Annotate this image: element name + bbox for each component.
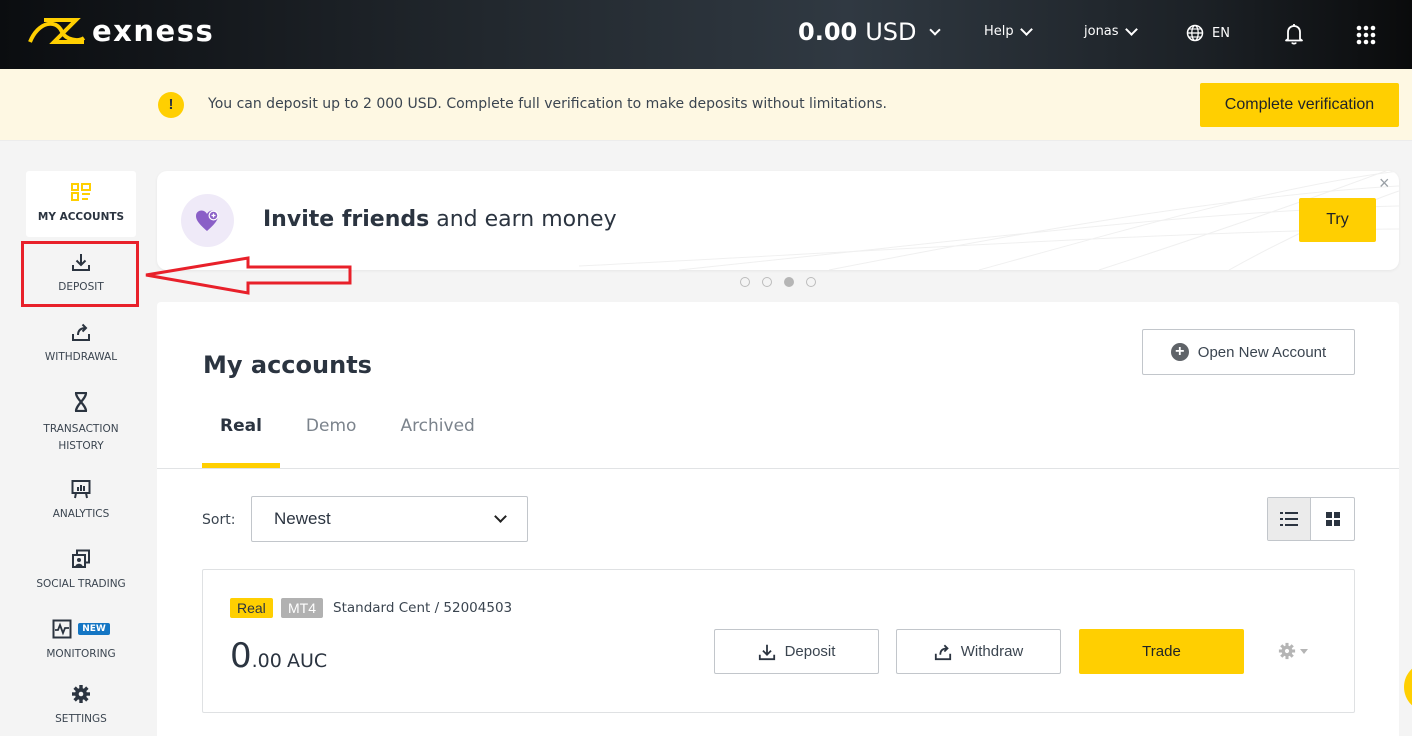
help-menu[interactable]: Help	[984, 23, 1033, 39]
chevron-down-icon	[494, 510, 507, 523]
withdraw-button[interactable]: Withdraw	[896, 629, 1061, 674]
try-button[interactable]: Try	[1299, 198, 1376, 242]
sidebar-item-label: MY ACCOUNTS	[37, 211, 125, 223]
withdrawal-icon	[70, 321, 92, 343]
deposit-icon	[758, 644, 775, 660]
sidebar-item-withdrawal[interactable]: WITHDRAWAL	[26, 321, 136, 363]
complete-verification-button[interactable]: Complete verification	[1200, 83, 1399, 127]
accounts-panel: My accounts + Open New Account Real Demo…	[157, 302, 1399, 736]
page-title: My accounts	[203, 351, 372, 379]
deposit-label: Deposit	[784, 643, 836, 660]
tab-real[interactable]: Real	[202, 416, 280, 468]
top-header: exness 0.00 USD Help jonas EN	[0, 0, 1412, 69]
logo[interactable]: exness	[26, 14, 214, 48]
sort-select[interactable]: Newest	[251, 496, 528, 542]
carousel-dot[interactable]	[806, 277, 816, 287]
sidebar-item-label: TRANSACTION HISTORY	[43, 423, 119, 452]
sidebar-item-my-accounts[interactable]: MY ACCOUNTS	[26, 171, 136, 237]
balance-currency: USD	[865, 18, 917, 46]
promo-title-bold: Invite friends	[263, 207, 430, 232]
gear-icon	[70, 683, 92, 705]
list-view-button[interactable]	[1268, 498, 1312, 540]
new-badge: NEW	[78, 623, 110, 635]
sidebar-item-label: SETTINGS	[55, 713, 107, 725]
analytics-icon	[70, 478, 92, 500]
warning-icon: !	[158, 92, 184, 118]
sidebar-item-label: SOCIAL TRADING	[36, 578, 126, 590]
help-label: Help	[984, 24, 1014, 39]
heart-plus-icon	[181, 194, 234, 247]
promo-title-rest: and earn money	[429, 207, 617, 232]
list-icon	[1280, 512, 1298, 526]
carousel-dot[interactable]	[740, 277, 750, 287]
decorative-lines	[579, 171, 1399, 270]
sort-value: Newest	[274, 509, 331, 528]
user-menu[interactable]: jonas	[1084, 23, 1138, 39]
sidebar-item-label: ANALYTICS	[52, 508, 110, 520]
sidebar-item-monitoring[interactable]: NEW MONITORING	[26, 618, 136, 660]
account-balance: 0.00 AUC	[230, 636, 327, 676]
open-new-account-button[interactable]: + Open New Account	[1142, 329, 1355, 375]
notifications-button[interactable]	[1284, 23, 1304, 45]
balance-decimal: .00	[251, 650, 282, 672]
account-type-tag: Real	[230, 598, 273, 618]
close-icon[interactable]: ×	[1379, 173, 1390, 194]
sidebar-item-transaction-history[interactable]: TRANSACTION HISTORY	[26, 391, 136, 455]
apps-button[interactable]	[1356, 25, 1376, 45]
platform-tag: MT4	[281, 598, 323, 618]
plus-circle-icon: +	[1170, 343, 1189, 361]
tab-archived[interactable]: Archived	[382, 416, 492, 468]
deposit-highlight-box	[21, 241, 139, 307]
chevron-down-icon	[928, 24, 941, 36]
accounts-icon	[70, 181, 92, 203]
sidebar-item-social-trading[interactable]: SOCIAL TRADING	[26, 548, 136, 590]
chevron-down-icon	[1124, 23, 1138, 36]
open-new-account-label: Open New Account	[1197, 343, 1327, 361]
hourglass-icon	[70, 391, 92, 413]
notice-text: You can deposit up to 2 000 USD. Complet…	[208, 96, 887, 112]
caret-down-icon	[1300, 648, 1308, 654]
social-trading-icon	[70, 548, 92, 570]
balance-integer: 0	[230, 636, 252, 676]
brand-name: exness	[92, 14, 215, 48]
chevron-down-icon	[1019, 23, 1033, 36]
user-label: jonas	[1084, 24, 1119, 39]
sidebar-item-label: WITHDRAWAL	[44, 351, 118, 363]
sidebar-item-settings[interactable]: SETTINGS	[26, 683, 136, 725]
withdraw-icon	[934, 644, 951, 660]
carousel-dots	[740, 277, 816, 287]
bell-icon	[1285, 24, 1303, 45]
sidebar: MY ACCOUNTS DEPOSIT WITHDRAWAL TRANSACTI…	[0, 141, 157, 736]
red-arrow-annotation	[145, 256, 352, 295]
view-toggle	[1267, 497, 1355, 541]
tabs-divider	[157, 468, 1399, 469]
grid-icon	[1325, 512, 1340, 526]
monitoring-icon	[52, 619, 72, 639]
deposit-button[interactable]: Deposit	[714, 629, 879, 674]
promo-title: Invite friends and earn money	[263, 207, 617, 232]
account-name: Standard Cent / 52004503	[333, 600, 513, 616]
trade-button[interactable]: Trade	[1079, 629, 1244, 674]
globe-icon	[1186, 24, 1204, 42]
gear-icon	[1278, 642, 1296, 660]
language-label: EN	[1212, 25, 1230, 41]
carousel-dot-active[interactable]	[784, 277, 794, 287]
exness-logo-icon	[28, 18, 86, 44]
carousel-dot[interactable]	[762, 277, 772, 287]
chat-widget-button[interactable]	[1404, 662, 1412, 712]
language-selector[interactable]: EN	[1186, 24, 1230, 42]
account-settings-menu[interactable]	[1278, 642, 1308, 660]
balance-dropdown[interactable]: 0.00 USD	[798, 18, 941, 46]
sidebar-item-label: MONITORING	[46, 648, 116, 660]
balance-amount: 0.00	[798, 18, 858, 46]
account-card: Real MT4 Standard Cent / 52004503 0.00 A…	[202, 569, 1355, 713]
tab-demo[interactable]: Demo	[288, 416, 375, 468]
balance-currency: AUC	[286, 650, 328, 672]
sidebar-item-analytics[interactable]: ANALYTICS	[26, 478, 136, 520]
withdraw-label: Withdraw	[960, 643, 1024, 660]
apps-grid-icon	[1356, 25, 1376, 45]
grid-view-button[interactable]	[1311, 498, 1354, 540]
account-tabs: Real Demo Archived	[202, 416, 493, 468]
sort-label: Sort:	[202, 512, 236, 528]
